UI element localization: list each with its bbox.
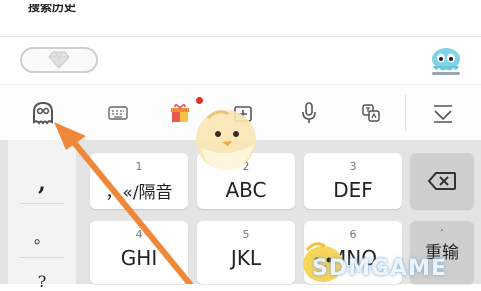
pointer-arrow — [54, 122, 193, 284]
watermark-text: SDMGAME — [312, 256, 448, 281]
